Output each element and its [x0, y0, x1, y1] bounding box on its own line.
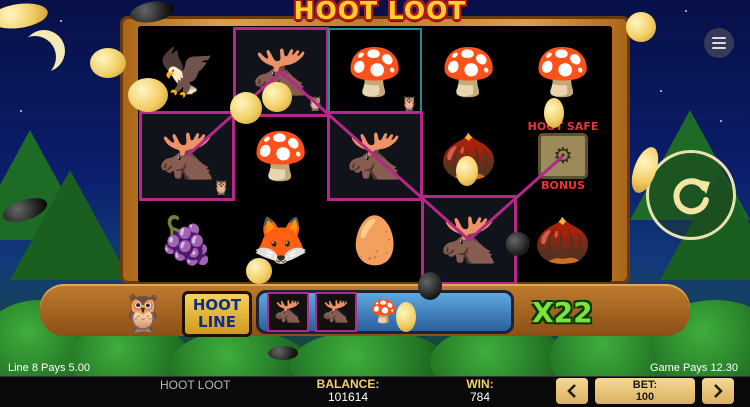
bet-label: BET: [632, 379, 658, 391]
gold-coin [626, 12, 656, 42]
gold-coin [128, 78, 168, 112]
payline-8 [186, 69, 564, 243]
mini-symbol-moose: 🫎 [267, 292, 309, 332]
gold-coin [456, 156, 478, 186]
spin-arrow-icon [673, 178, 710, 215]
star [20, 110, 22, 112]
gold-coin [262, 82, 292, 112]
game-pays-text: Game Pays 12.30 [649, 362, 738, 374]
star [660, 90, 662, 92]
win-multiplier: X22 [532, 296, 593, 329]
moon [14, 36, 56, 78]
win-value: 784 [469, 390, 491, 404]
gold-coin [544, 98, 564, 128]
dark-coin [418, 272, 442, 300]
game-logo: HOOT LOOT [293, 0, 467, 25]
win-label: WIN: [466, 377, 494, 391]
gold-coin [396, 302, 416, 332]
bet-value: 100 [635, 391, 655, 403]
gold-coin [0, 0, 50, 32]
chevron-right-icon [714, 384, 723, 398]
spin-button[interactable] [646, 150, 736, 240]
bet-increase-button[interactable] [702, 378, 734, 404]
bet-display: BET: 100 [595, 378, 695, 404]
gold-coin [230, 92, 262, 124]
hoot-line-text-1: HOOT [192, 296, 242, 314]
mini-symbol-moose: 🫎 [315, 292, 357, 332]
star [60, 20, 62, 22]
hoot-line-text-2: LINE [198, 313, 236, 331]
chevron-left-icon [567, 384, 576, 398]
balance-label: BALANCE: [316, 377, 380, 391]
star [685, 10, 687, 12]
bush [290, 330, 450, 376]
bet-decrease-button[interactable] [556, 378, 588, 404]
gold-coin [246, 258, 272, 284]
pine-tree [10, 170, 130, 280]
winning-symbols-strip: 🫎 🫎 🍄 [256, 290, 514, 334]
dark-coin [506, 232, 530, 256]
hoot-line-badge: HOOT LINE [182, 291, 252, 337]
hamburger-menu-icon[interactable] [704, 28, 734, 58]
dark-coin [268, 346, 298, 360]
line-pays-text: Line 8 Pays 5.00 [8, 362, 90, 374]
gold-coin [90, 48, 126, 78]
game-name: HOOT LOOT [160, 378, 231, 392]
owl-host-avatar: 🦉 [120, 292, 166, 333]
game-scene: 🦅 🫎🦉 🍇 🫎🦉 🍄 🦊 🍄🦉 🫎 🥚 🍄 🌰 🫎 🍄 HOOT SAFE ⚙… [0, 0, 750, 376]
balance-value: 101614 [327, 390, 369, 404]
